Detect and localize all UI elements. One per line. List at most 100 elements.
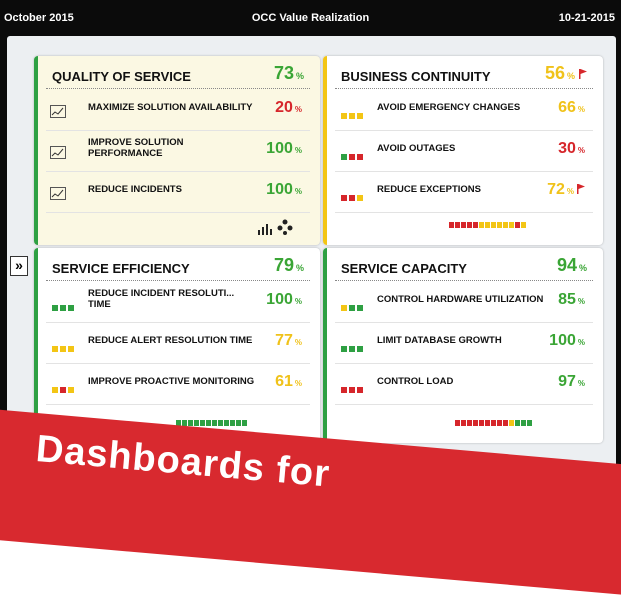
row-label: IMPROVE PROACTIVE MONITORING bbox=[88, 376, 255, 387]
value-pct: % bbox=[577, 338, 585, 347]
line-chart-icon bbox=[50, 105, 66, 118]
card-score: 94% bbox=[557, 255, 587, 276]
line-chart-icon bbox=[50, 187, 66, 200]
double-chevron-right-icon[interactable]: » bbox=[10, 256, 28, 276]
list-item[interactable]: LIMIT DATABASE GROWTH 100% bbox=[335, 323, 593, 364]
card-accent bbox=[323, 56, 327, 245]
row-label: CONTROL LOAD bbox=[377, 376, 454, 387]
value-pct: % bbox=[566, 187, 574, 196]
status-indicator bbox=[341, 106, 365, 124]
card-title: QUALITY OF SERVICE bbox=[52, 69, 191, 84]
row-label: MAXIMIZE SOLUTION AVAILABILITY bbox=[88, 102, 253, 113]
header-title: OCC Value Realization bbox=[251, 12, 370, 24]
card-title: BUSINESS CONTINUITY bbox=[341, 69, 491, 84]
card-accent bbox=[34, 56, 38, 245]
trend-strip bbox=[455, 413, 533, 431]
row-label: CONTROL HARDWARE UTILIZATION bbox=[377, 294, 544, 305]
status-indicator bbox=[341, 188, 365, 206]
line-chart-icon bbox=[50, 146, 66, 159]
row-value: 77% bbox=[275, 332, 302, 350]
card-score: 79% bbox=[274, 255, 304, 276]
row-value: 100% bbox=[266, 181, 302, 199]
value-number: 72 bbox=[547, 181, 565, 198]
score-pct: % bbox=[566, 71, 575, 81]
value-number: 100 bbox=[266, 291, 293, 308]
row-label: REDUCE INCIDENTS bbox=[88, 184, 182, 195]
row-value: 100% bbox=[266, 140, 302, 158]
card-header: BUSINESS CONTINUITY 56% bbox=[335, 63, 593, 89]
score-pct: % bbox=[295, 263, 304, 273]
card-service-efficiency[interactable]: SERVICE EFFICIENCY 79% REDUCE INCIDENT R… bbox=[34, 248, 320, 443]
card-title: SERVICE EFFICIENCY bbox=[52, 261, 190, 276]
trend-strip bbox=[449, 215, 527, 233]
value-number: 100 bbox=[266, 181, 293, 198]
card-header: QUALITY OF SERVICE 73% bbox=[46, 63, 310, 89]
list-item[interactable]: CONTROL HARDWARE UTILIZATION 85% bbox=[335, 282, 593, 323]
score-value: 94 bbox=[556, 255, 577, 275]
card-score: 73% bbox=[274, 63, 304, 84]
list-item[interactable]: MAXIMIZE SOLUTION AVAILABILITY 20% bbox=[46, 90, 310, 131]
value-pct: % bbox=[577, 105, 585, 114]
bar-chart-icon[interactable] bbox=[257, 222, 273, 240]
value-pct: % bbox=[577, 297, 585, 306]
row-label: AVOID OUTAGES bbox=[377, 143, 456, 154]
value-pct: % bbox=[294, 146, 302, 155]
value-number: 85 bbox=[558, 291, 576, 308]
value-number: 61 bbox=[275, 373, 293, 390]
value-number: 97 bbox=[558, 373, 576, 390]
card-business-continuity[interactable]: BUSINESS CONTINUITY 56% AVOID EMERGENCY … bbox=[323, 56, 603, 245]
value-pct: % bbox=[294, 105, 302, 114]
card-header: SERVICE CAPACITY 94% bbox=[335, 255, 593, 281]
list-item[interactable]: IMPROVE SOLUTION PERFORMANCE 100% bbox=[46, 131, 310, 172]
status-indicator bbox=[341, 147, 365, 165]
value-number: 100 bbox=[549, 332, 576, 349]
status-indicator bbox=[52, 339, 76, 357]
header-date-right: 10-21-2015 bbox=[558, 12, 615, 24]
row-label: LIMIT DATABASE GROWTH bbox=[377, 335, 502, 346]
score-value: 73 bbox=[273, 63, 294, 83]
value-number: 100 bbox=[266, 140, 293, 157]
row-value: 66% bbox=[558, 99, 585, 117]
score-pct: % bbox=[578, 263, 587, 273]
list-item[interactable]: REDUCE INCIDENT RESOLUTI... TIME 100% bbox=[46, 282, 310, 323]
card-title: SERVICE CAPACITY bbox=[341, 261, 467, 276]
card-service-capacity[interactable]: SERVICE CAPACITY 94% CONTROL HARDWARE UT… bbox=[323, 248, 603, 443]
score-value: 56 bbox=[544, 63, 565, 83]
list-item[interactable]: AVOID EMERGENCY CHANGES 66% bbox=[335, 90, 593, 131]
status-indicator bbox=[341, 380, 365, 398]
value-number: 66 bbox=[558, 99, 576, 116]
status-indicator bbox=[341, 298, 365, 316]
list-item[interactable]: CONTROL LOAD 97% bbox=[335, 364, 593, 405]
list-item[interactable]: AVOID OUTAGES 30% bbox=[335, 131, 593, 172]
status-indicator bbox=[341, 339, 365, 357]
value-number: 77 bbox=[275, 332, 293, 349]
row-value: 85% bbox=[558, 291, 585, 309]
card-accent bbox=[323, 248, 327, 443]
value-pct: % bbox=[294, 187, 302, 196]
row-value: 72% bbox=[547, 181, 585, 199]
score-value: 79 bbox=[273, 255, 294, 275]
value-pct: % bbox=[577, 379, 585, 388]
row-value: 97% bbox=[558, 373, 585, 391]
network-icon[interactable] bbox=[277, 219, 293, 240]
list-item[interactable]: REDUCE EXCEPTIONS 72% bbox=[335, 172, 593, 213]
status-indicator bbox=[52, 380, 76, 398]
row-label: IMPROVE SOLUTION PERFORMANCE bbox=[88, 137, 184, 159]
row-label: REDUCE ALERT RESOLUTION TIME bbox=[88, 335, 253, 346]
card-quality-of-service[interactable]: QUALITY OF SERVICE 73% MAXIMIZE SOLUTION… bbox=[34, 56, 320, 245]
header-bar: October 2015 OCC Value Realization 10-21… bbox=[0, 0, 621, 36]
status-indicator bbox=[52, 298, 76, 316]
score-pct: % bbox=[295, 71, 304, 81]
row-label: AVOID EMERGENCY CHANGES bbox=[377, 102, 521, 113]
row-label: REDUCE EXCEPTIONS bbox=[377, 184, 481, 195]
card-header: SERVICE EFFICIENCY 79% bbox=[46, 255, 310, 281]
value-number: 30 bbox=[558, 140, 576, 157]
row-value: 20% bbox=[275, 99, 302, 117]
list-item[interactable]: IMPROVE PROACTIVE MONITORING 61% bbox=[46, 364, 310, 405]
value-pct: % bbox=[294, 379, 302, 388]
list-item[interactable]: REDUCE ALERT RESOLUTION TIME 77% bbox=[46, 323, 310, 364]
card-score: 56% bbox=[545, 63, 587, 84]
list-item[interactable]: REDUCE INCIDENTS 100% bbox=[46, 172, 310, 213]
row-value: 30% bbox=[558, 140, 585, 158]
row-value: 100% bbox=[266, 291, 302, 309]
